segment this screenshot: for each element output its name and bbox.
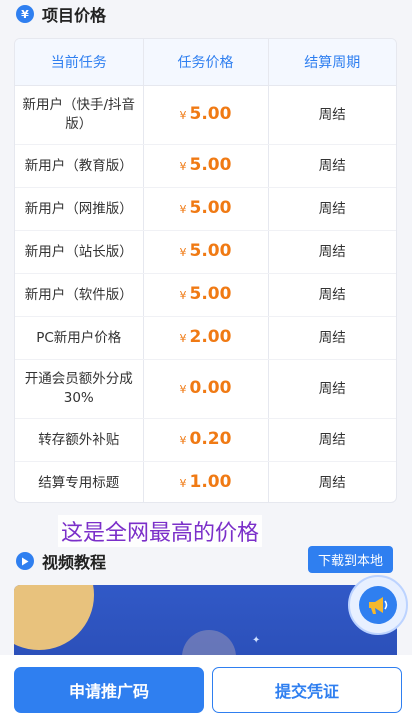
settlement-cycle: 周结	[268, 230, 396, 274]
column-header-task: 当前任务	[15, 39, 144, 86]
settlement-cycle: 周结	[268, 316, 396, 360]
currency-symbol: ¥	[179, 203, 187, 216]
task-name: 开通会员额外分成30%	[15, 359, 144, 419]
settlement-cycle: 周结	[268, 359, 396, 419]
video-thumbnail[interactable]: ✦	[14, 585, 397, 665]
task-name: 新用户（教育版）	[15, 144, 144, 188]
table-row: 新用户（软件版） ¥5.00 周结	[15, 273, 396, 317]
price-table-card: 当前任务 任务价格 结算周期 新用户（快手/抖音版） ¥5.00 周结 新用户（…	[14, 38, 397, 503]
task-price: ¥5.00	[143, 273, 269, 317]
megaphone-icon	[359, 586, 397, 624]
table-header-row: 当前任务 任务价格 结算周期	[15, 39, 396, 86]
task-name: PC新用户价格	[15, 316, 144, 360]
download-button[interactable]: 下载到本地	[307, 546, 393, 573]
price-value: 0.20	[189, 429, 232, 449]
currency-symbol: ¥	[179, 246, 187, 259]
thumbnail-glow	[14, 585, 94, 650]
task-name: 结算专用标题	[15, 461, 144, 502]
price-value: 5.00	[189, 241, 232, 261]
task-name: 新用户（网推版）	[15, 187, 144, 231]
currency-symbol: ¥	[179, 332, 187, 345]
price-value: 1.00	[189, 472, 232, 493]
table-row: 新用户（网推版） ¥5.00 周结	[15, 187, 396, 231]
price-table: 当前任务 任务价格 结算周期 新用户（快手/抖音版） ¥5.00 周结 新用户（…	[15, 39, 396, 502]
task-price: ¥0.00	[143, 359, 269, 419]
task-price: ¥1.00	[143, 461, 269, 502]
megaphone-button[interactable]	[348, 575, 408, 635]
task-name: 转存额外补贴	[15, 418, 144, 462]
sparkle-icon: ✦	[252, 635, 261, 646]
task-price: ¥5.00	[143, 144, 269, 188]
settlement-cycle: 周结	[268, 418, 396, 462]
video-section-title: 视频教程	[42, 553, 107, 572]
price-section-header: ¥ 项目价格	[16, 2, 106, 26]
task-name: 新用户（站长版）	[15, 230, 144, 274]
currency-symbol: ¥	[179, 289, 187, 302]
task-name: 新用户（快手/抖音版）	[15, 85, 144, 145]
yen-icon: ¥	[16, 5, 34, 23]
table-row: 新用户（站长版） ¥5.00 周结	[15, 230, 396, 274]
video-section-header: 视频教程	[16, 549, 106, 573]
bottom-action-bar: 申请推广码 提交凭证	[0, 655, 412, 725]
table-row: 新用户（快手/抖音版） ¥5.00 周结	[15, 85, 396, 145]
play-icon	[16, 552, 34, 570]
price-section-title: 项目价格	[42, 6, 107, 25]
settlement-cycle: 周结	[318, 474, 346, 491]
apply-promo-code-button[interactable]: 申请推广码	[14, 667, 204, 713]
submit-proof-button[interactable]: 提交凭证	[212, 667, 402, 713]
table-row: 开通会员额外分成30% ¥0.00 周结	[15, 359, 396, 419]
price-value: 5.00	[189, 155, 232, 175]
currency-symbol: ¥	[179, 109, 187, 122]
currency-symbol: ¥	[179, 434, 187, 447]
table-row: 转存额外补贴 ¥0.20 周结	[15, 418, 396, 462]
column-header-price: 任务价格	[143, 39, 269, 86]
table-row: PC新用户价格 ¥2.00 周结	[15, 316, 396, 360]
task-name: 新用户（软件版）	[15, 273, 144, 317]
currency-symbol: ¥	[179, 477, 187, 491]
task-price: ¥2.00	[143, 316, 269, 360]
currency-symbol: ¥	[179, 160, 187, 173]
currency-symbol: ¥	[179, 383, 187, 396]
task-price: ¥5.00	[143, 187, 269, 231]
settlement-cycle: 周结	[268, 187, 396, 231]
price-value: 5.00	[189, 104, 232, 124]
column-header-cycle: 结算周期	[268, 39, 396, 86]
settlement-cycle: 周结	[268, 273, 396, 317]
price-value: 0.00	[189, 378, 232, 398]
price-value: 5.00	[189, 198, 232, 218]
price-caption: 这是全网最高的价格	[58, 515, 263, 547]
task-price: ¥5.00	[143, 85, 269, 145]
task-price: ¥0.20	[143, 418, 269, 462]
table-row: 结算专用标题 ¥1.00 周结	[15, 461, 396, 502]
settlement-cycle: 周结	[268, 144, 396, 188]
price-value: 2.00	[189, 327, 232, 347]
price-value: 5.00	[189, 284, 232, 304]
task-price: ¥5.00	[143, 230, 269, 274]
table-row: 新用户（教育版） ¥5.00 周结	[15, 144, 396, 188]
settlement-cycle: 周结	[268, 85, 396, 145]
